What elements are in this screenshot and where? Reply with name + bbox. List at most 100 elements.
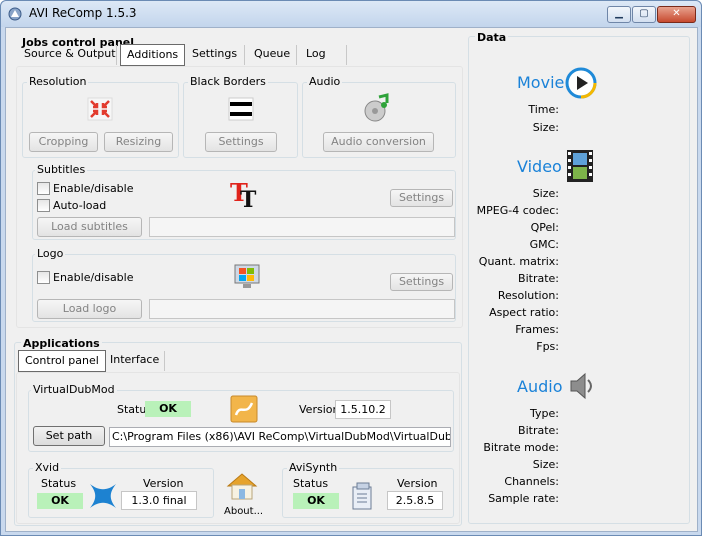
xvid-version-label: Version (143, 477, 184, 490)
set-path-button[interactable]: Set path (33, 426, 105, 446)
xvid-group: Xvid Status OK Version 1.3.0 final (28, 461, 214, 518)
audio-conversion-button[interactable]: Audio conversion (323, 132, 434, 152)
audio-channels-label: Channels: (504, 475, 559, 488)
maximize-button[interactable]: ▢ (632, 6, 656, 23)
virtualdub-status-badge: OK (145, 401, 191, 417)
data-panel: Data Movie Time: Size: Video Size: MPEG-… (468, 31, 690, 524)
logo-icon (233, 263, 261, 294)
virtualdub-version-label: Version (299, 403, 340, 416)
black-borders-title: Black Borders (188, 75, 268, 88)
black-borders-group: Black Borders Settings (183, 75, 298, 158)
tab-interface[interactable]: Interface (104, 350, 165, 372)
subtitles-autoload-label[interactable]: Auto-load (53, 199, 106, 212)
black-borders-settings-button[interactable]: Settings (205, 132, 277, 152)
audio-conversion-icon (361, 93, 393, 126)
virtualdub-path-field[interactable]: C:\Program Files (x86)\AVI ReComp\Virtua… (109, 427, 451, 447)
subtitles-title: Subtitles (35, 163, 88, 176)
avisynth-version-label: Version (397, 477, 438, 490)
tab-separator (244, 45, 245, 65)
app-window: AVI ReComp 1.5.3 ▁ ▢ ✕ Jobs control pane… (0, 0, 702, 536)
virtualdub-path-text: C:\Program Files (x86)\AVI ReComp\Virtua… (112, 430, 450, 443)
svg-text:T: T (240, 187, 257, 209)
tab-settings[interactable]: Settings (186, 44, 243, 66)
resolution-icon (87, 97, 113, 124)
xvid-icon (87, 481, 119, 514)
video-header: Video (517, 157, 562, 176)
subtitles-settings-button[interactable]: Settings (390, 189, 453, 207)
close-icon: ✕ (672, 8, 681, 19)
avisynth-status-label: Status (293, 477, 329, 490)
cropping-button[interactable]: Cropping (29, 132, 98, 152)
client-area: Jobs control panel Source & Output Addit… (5, 27, 698, 532)
logo-group: Logo Enable/disable Settings Load logo (32, 247, 456, 322)
video-bitrate-label: Bitrate: (518, 272, 559, 285)
avisynth-title: AviSynth (287, 461, 340, 474)
subtitles-path-field[interactable] (149, 217, 455, 237)
avisynth-group: AviSynth Status OK Version 2.5.8.5 (282, 461, 454, 518)
video-resolution-label: Resolution: (497, 289, 559, 302)
movie-time-label: Time: (528, 103, 559, 116)
xvid-status-label: Status (41, 477, 77, 490)
audio-type-label: Type: (530, 407, 559, 420)
subtitles-enable-label[interactable]: Enable/disable (53, 182, 134, 195)
tab-additions[interactable]: Additions (120, 44, 186, 66)
logo-enable-label[interactable]: Enable/disable (53, 271, 134, 284)
audio-header: Audio (517, 377, 563, 396)
audio-bitrate-mode-label: Bitrate mode: (483, 441, 559, 454)
resolution-group: Resolution Cropping Resizing (22, 75, 179, 158)
video-gmc-label: GMC: (529, 238, 559, 251)
virtualdub-version-value: 1.5.10.2 (335, 400, 391, 419)
close-button[interactable]: ✕ (657, 6, 696, 23)
audio-sample-rate-label: Sample rate: (488, 492, 559, 505)
load-logo-button[interactable]: Load logo (37, 299, 142, 319)
tab-separator (296, 45, 297, 65)
video-frames-label: Frames: (515, 323, 559, 336)
window-title: AVI ReComp 1.5.3 (29, 6, 137, 20)
tab-separator (116, 45, 117, 65)
logo-settings-button[interactable]: Settings (390, 273, 453, 291)
xvid-title: Xvid (33, 461, 62, 474)
xvid-version-value: 1.3.0 final (121, 491, 197, 510)
tab-queue[interactable]: Queue (248, 44, 296, 66)
resizing-button[interactable]: Resizing (104, 132, 173, 152)
video-aspect-ratio-label: Aspect ratio: (489, 306, 559, 319)
speaker-icon (567, 371, 595, 404)
tab-separator (164, 351, 165, 371)
avisynth-icon (349, 481, 377, 514)
video-quant-matrix-label: Quant. matrix: (478, 255, 559, 268)
subtitles-enable-checkbox[interactable] (37, 182, 50, 195)
maximize-icon: ▢ (639, 8, 649, 19)
minimize-button[interactable]: ▁ (607, 6, 631, 23)
audio-title: Audio (307, 75, 343, 88)
video-size-label: Size: (532, 187, 559, 200)
video-qpel-label: QPel: (530, 221, 559, 234)
tab-log[interactable]: Log (300, 44, 332, 66)
movie-icon (565, 67, 597, 102)
audio-size-label: Size: (532, 458, 559, 471)
tab-source-output[interactable]: Source & Output (18, 44, 122, 66)
subtitles-autoload-checkbox[interactable] (37, 199, 50, 212)
data-title: Data (475, 31, 509, 44)
virtualdub-title: VirtualDubMod (31, 383, 117, 396)
movie-size-label: Size: (532, 121, 559, 134)
video-codec-label: MPEG-4 codec: (476, 204, 559, 217)
about-button[interactable]: About... (218, 472, 268, 520)
avisynth-status-badge: OK (293, 493, 339, 509)
title-bar[interactable]: AVI ReComp 1.5.3 ▁ ▢ ✕ (1, 1, 701, 27)
app-icon[interactable] (7, 6, 23, 22)
tab-separator (346, 45, 347, 65)
logo-path-field[interactable] (149, 299, 455, 319)
audio-group: Audio Audio conversion (302, 75, 456, 158)
virtualdub-icon[interactable] (230, 395, 258, 426)
logo-title: Logo (35, 247, 66, 260)
logo-enable-checkbox[interactable] (37, 271, 50, 284)
tab-control-panel[interactable]: Control panel (18, 350, 106, 372)
black-borders-icon (228, 97, 254, 124)
load-subtitles-button[interactable]: Load subtitles (37, 217, 142, 237)
minimize-icon: ▁ (615, 8, 623, 19)
avisynth-version-value: 2.5.8.5 (387, 491, 443, 510)
subtitles-icon: TT (229, 178, 261, 213)
xvid-status-badge: OK (37, 493, 83, 509)
audio-bitrate-label: Bitrate: (518, 424, 559, 437)
home-icon (226, 472, 258, 503)
